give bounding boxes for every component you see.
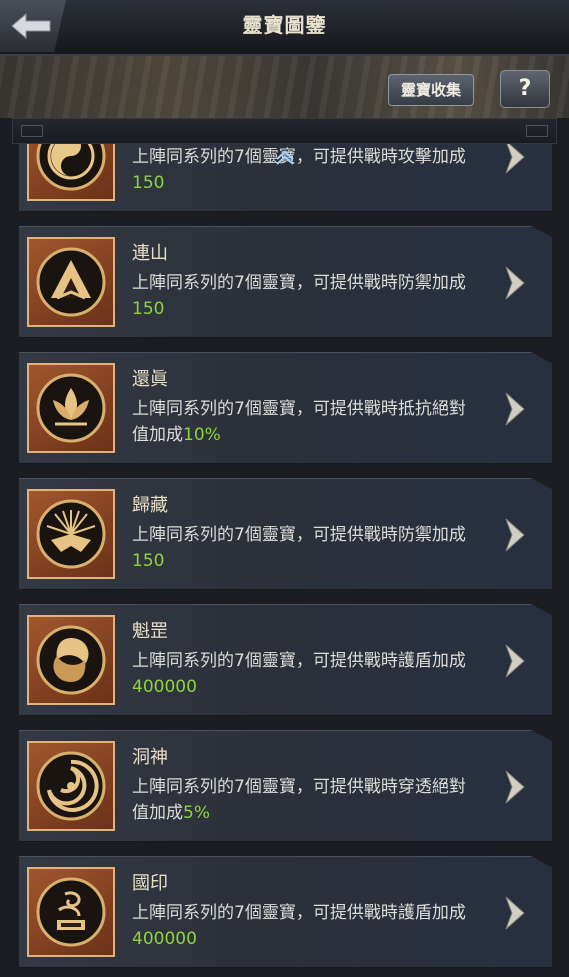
- item-title: 連山: [132, 243, 168, 264]
- bonus-value: 400000: [132, 677, 197, 697]
- header-banner: [0, 56, 569, 118]
- dragon-seal-icon: [36, 877, 106, 947]
- item-title: 歸藏: [132, 495, 168, 516]
- item-description: 上陣同系列的7個靈寶，可提供戰時穿透絕對值加成5%: [132, 777, 466, 823]
- section-divider: [12, 118, 557, 144]
- item-icon-frame: [27, 363, 115, 453]
- mountain-icon: [36, 247, 106, 317]
- item-icon-frame: [27, 867, 115, 957]
- bonus-value: 5%: [183, 803, 210, 823]
- item-icon-frame: [27, 144, 115, 201]
- vortex-icon: [36, 751, 106, 821]
- bonus-value: 10%: [183, 425, 221, 445]
- chevron-right-icon[interactable]: [500, 515, 530, 555]
- bonus-value: 400000: [132, 929, 197, 949]
- lotus-icon: [36, 373, 106, 443]
- item-icon-frame: [27, 615, 115, 705]
- bonus-value: 150: [132, 173, 165, 193]
- list-item[interactable]: 還眞 上陣同系列的7個靈寶，可提供戰時抵抗絕對值加成10%: [19, 352, 552, 464]
- item-description: 上陣同系列的7個靈寶，可提供戰時抵抗絕對值加成10%: [132, 399, 466, 445]
- chevron-right-icon[interactable]: [500, 389, 530, 429]
- chevron-right-icon[interactable]: [500, 767, 530, 807]
- item-icon-frame: [27, 741, 115, 831]
- ornament-left-icon: [21, 125, 43, 137]
- list-item[interactable]: 國印 上陣同系列的7個靈寶，可提供戰時護盾加成400000: [19, 856, 552, 968]
- bonus-value: 150: [132, 551, 165, 571]
- chevron-right-icon[interactable]: [500, 893, 530, 933]
- item-description: 上陣同系列的7個靈寶，可提供戰時防禦加成150: [132, 525, 466, 571]
- item-description: 上陣同系列的7個靈寶，可提供戰時護盾加成400000: [132, 903, 466, 949]
- item-icon-frame: [27, 237, 115, 327]
- scroll-up-icon[interactable]: [276, 151, 294, 165]
- chevron-right-icon[interactable]: [500, 263, 530, 303]
- chevron-right-icon[interactable]: [500, 641, 530, 681]
- item-title: 洞神: [132, 747, 168, 768]
- sunburst-icon: [36, 499, 106, 569]
- ornament-right-icon: [526, 125, 548, 137]
- page-title: 靈寶圖鑒: [242, 13, 327, 37]
- list-item[interactable]: 歸藏 上陣同系列的7個靈寶，可提供戰時防禦加成150: [19, 478, 552, 590]
- help-button[interactable]: ?: [500, 70, 550, 108]
- item-title: 國印: [132, 873, 168, 894]
- bonus-value: 150: [132, 299, 165, 319]
- top-bar: 靈寶圖鑒: [0, 0, 569, 56]
- item-description: 上陣同系列的7個靈寶，可提供戰時防禦加成150: [132, 273, 466, 319]
- item-description: 上陣同系列的7個靈寶，可提供戰時護盾加成400000: [132, 651, 466, 697]
- yin-yang-icon: [36, 144, 106, 191]
- list-item[interactable]: 魁罡 上陣同系列的7個靈寶，可提供戰時護盾加成400000: [19, 604, 552, 716]
- swirl-icon: [36, 625, 106, 695]
- item-description: 上陣同系列的7個靈寶，可提供戰時攻擊加成150: [132, 147, 466, 193]
- item-title: 還眞: [132, 369, 168, 390]
- item-title: 魁罡: [132, 621, 168, 642]
- list-item[interactable]: 洞神 上陣同系列的7個靈寶，可提供戰時穿透絕對值加成5%: [19, 730, 552, 842]
- chevron-right-icon[interactable]: [500, 144, 530, 177]
- collection-button[interactable]: 靈寶收集: [388, 74, 474, 106]
- item-icon-frame: [27, 489, 115, 579]
- list-item[interactable]: 連山 上陣同系列的7個靈寶，可提供戰時防禦加成150: [19, 226, 552, 338]
- collection-list[interactable]: 上陣同系列的7個靈寶，可提供戰時攻擊加成150 連山 上陣同系列的7個靈寶，可提…: [0, 144, 569, 977]
